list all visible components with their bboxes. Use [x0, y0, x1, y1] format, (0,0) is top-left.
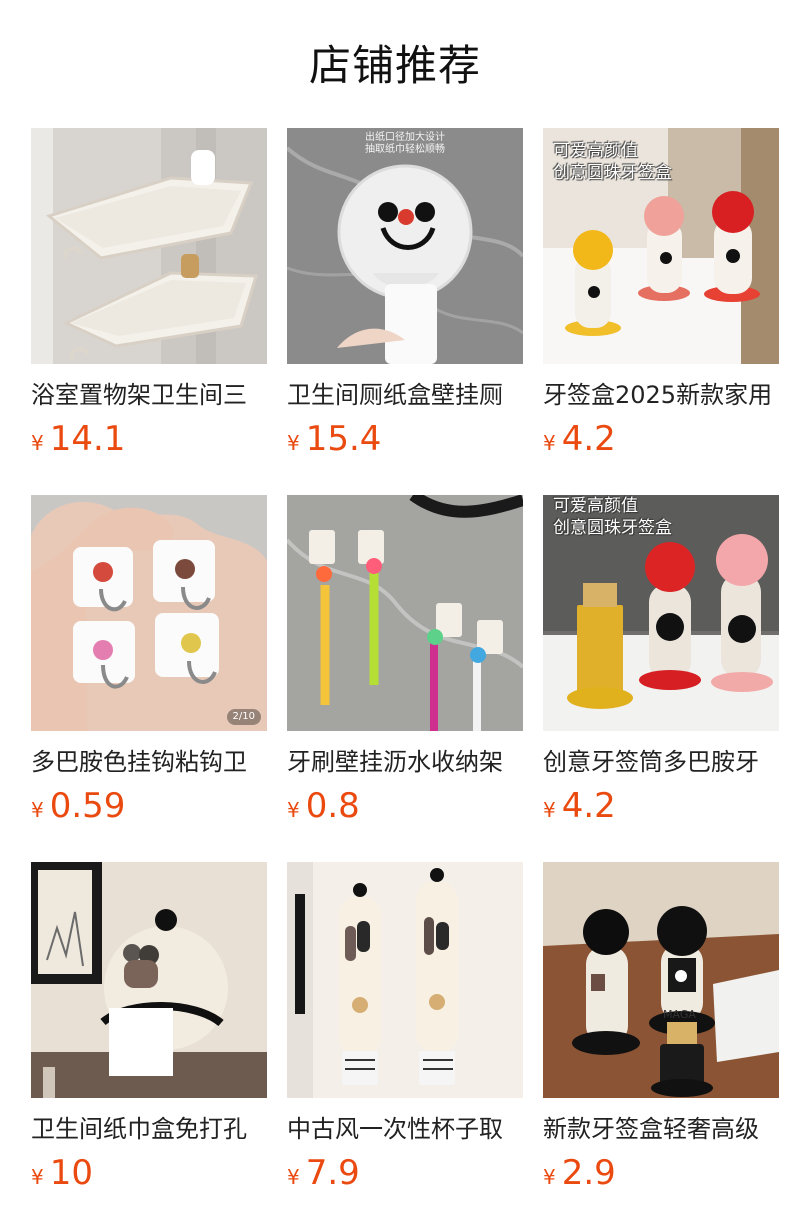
- paper-towel-box-product-image[interactable]: [31, 862, 267, 1098]
- product-card[interactable]: 可爱高颜值 创意圆珠牙签盒 牙签盒2025新款家用 ¥ 4.2: [543, 128, 779, 495]
- price-value: 10: [49, 1153, 93, 1193]
- product-price: ¥ 15.4: [287, 418, 523, 460]
- price-value: 4.2: [561, 786, 616, 826]
- toothpick-box-product-image[interactable]: 可爱高颜值 创意圆珠牙签盒: [543, 128, 779, 364]
- currency-symbol: ¥: [543, 1165, 556, 1189]
- product-card[interactable]: 可爱高颜值 创意圆珠牙签盒 创意牙签筒多巴胺牙 ¥ 4.2: [543, 495, 779, 862]
- currency-symbol: ¥: [287, 798, 300, 822]
- product-price: ¥ 2.9: [543, 1152, 779, 1194]
- tissue-box-product-image[interactable]: 出纸口径加大设计 抽取纸巾轻松顺畅: [287, 128, 523, 364]
- currency-symbol: ¥: [287, 431, 300, 455]
- store-recommendations-page: 店铺推荐 浴室置物架卫生间三 ¥ 14.1 出纸口径加大设计 抽取纸巾轻松顺畅 …: [0, 0, 790, 1230]
- product-card[interactable]: 出纸口径加大设计 抽取纸巾轻松顺畅 卫生间厕纸盒壁挂厕 ¥ 15.4: [287, 128, 523, 495]
- page-title: 店铺推荐: [308, 41, 481, 90]
- product-price: ¥ 4.2: [543, 418, 779, 460]
- shelf-product-image[interactable]: [31, 128, 267, 364]
- price-value: 0.59: [49, 786, 126, 826]
- product-name[interactable]: 多巴胺色挂钩粘钩卫: [31, 745, 267, 779]
- currency-symbol: ¥: [31, 798, 44, 822]
- product-price: ¥ 14.1: [31, 418, 267, 460]
- product-price: ¥ 4.2: [543, 785, 779, 827]
- currency-symbol: ¥: [31, 1165, 44, 1189]
- image-label: MAGA: [663, 1008, 696, 1021]
- product-name[interactable]: 卫生间厕纸盒壁挂厕: [287, 378, 523, 412]
- price-value: 4.2: [561, 419, 616, 459]
- product-card[interactable]: 2/10 多巴胺色挂钩粘钩卫 ¥ 0.59: [31, 495, 267, 862]
- product-price: ¥ 10: [31, 1152, 267, 1194]
- product-card[interactable]: 卫生间纸巾盒免打孔 ¥ 10: [31, 862, 267, 1229]
- price-value: 0.8: [305, 786, 360, 826]
- currency-symbol: ¥: [31, 431, 44, 455]
- luxury-toothpick-box-product-image[interactable]: MAGA: [543, 862, 779, 1098]
- product-price: ¥ 0.8: [287, 785, 523, 827]
- product-name[interactable]: 新款牙签盒轻奢高级: [543, 1112, 779, 1146]
- image-overlay-text: 可爱高颜值 创意圆珠牙签盒: [553, 141, 672, 183]
- hooks-product-image[interactable]: 2/10: [31, 495, 267, 731]
- toothpick-holder-product-image[interactable]: 可爱高颜值 创意圆珠牙签盒: [543, 495, 779, 731]
- image-overlay-text: 可爱高颜值 创意圆珠牙签盒: [553, 496, 672, 538]
- price-value: 2.9: [561, 1153, 616, 1193]
- image-page-indicator: 2/10: [226, 709, 261, 725]
- product-card[interactable]: MAGA 新款牙签盒轻奢高级 ¥ 2.9: [543, 862, 779, 1229]
- product-name[interactable]: 牙签盒2025新款家用: [543, 378, 779, 412]
- price-value: 15.4: [305, 419, 382, 459]
- currency-symbol: ¥: [543, 798, 556, 822]
- price-value: 14.1: [49, 419, 126, 459]
- cup-dispenser-product-image[interactable]: [287, 862, 523, 1098]
- price-value: 7.9: [305, 1153, 360, 1193]
- product-price: ¥ 0.59: [31, 785, 267, 827]
- product-name[interactable]: 浴室置物架卫生间三: [31, 378, 267, 412]
- product-name[interactable]: 卫生间纸巾盒免打孔: [31, 1112, 267, 1146]
- product-card[interactable]: 中古风一次性杯子取 ¥ 7.9: [287, 862, 523, 1229]
- toothbrush-holder-product-image[interactable]: [287, 495, 523, 731]
- product-grid: 浴室置物架卫生间三 ¥ 14.1 出纸口径加大设计 抽取纸巾轻松顺畅 卫生间厕纸…: [31, 128, 779, 1229]
- image-caption: 出纸口径加大设计 抽取纸巾轻松顺畅: [365, 132, 445, 155]
- product-card[interactable]: 浴室置物架卫生间三 ¥ 14.1: [31, 128, 267, 495]
- product-price: ¥ 7.9: [287, 1152, 523, 1194]
- product-name[interactable]: 牙刷壁挂沥水收纳架: [287, 745, 523, 779]
- currency-symbol: ¥: [287, 1165, 300, 1189]
- product-name[interactable]: 中古风一次性杯子取: [287, 1112, 523, 1146]
- product-name[interactable]: 创意牙签筒多巴胺牙: [543, 745, 779, 779]
- currency-symbol: ¥: [543, 431, 556, 455]
- product-card[interactable]: 牙刷壁挂沥水收纳架 ¥ 0.8: [287, 495, 523, 862]
